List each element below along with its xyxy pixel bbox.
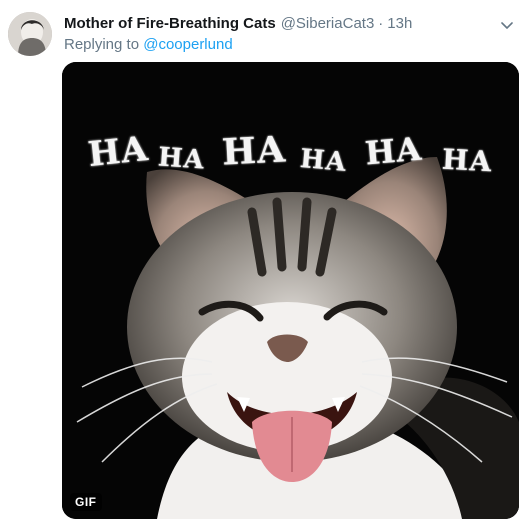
overlay-text: HA — [441, 142, 494, 179]
avatar-image — [8, 12, 52, 56]
gif-badge: GIF — [70, 493, 102, 511]
chevron-down-icon[interactable] — [499, 17, 515, 33]
timestamp[interactable]: 13h — [387, 14, 412, 34]
display-name[interactable]: Mother of Fire-Breathing Cats — [64, 14, 276, 34]
tweet-header: Mother of Fire-Breathing Cats @SiberiaCa… — [64, 14, 487, 34]
avatar[interactable] — [8, 12, 52, 56]
laugh-text-overlay: HA HA HA HA HA HA — [62, 128, 519, 190]
reply-handle-link[interactable]: @cooperlund — [143, 36, 232, 53]
overlay-text: HA — [298, 144, 348, 178]
user-handle[interactable]: @SiberiaCat3 — [281, 14, 375, 34]
replying-to: Replying to @cooperlund — [64, 35, 233, 55]
overlay-text: HA — [157, 142, 206, 176]
tweet[interactable]: Mother of Fire-Breathing Cats @SiberiaCa… — [0, 0, 527, 526]
overlay-text: HA — [86, 128, 151, 176]
reply-prefix: Replying to — [64, 36, 140, 53]
separator-dot: · — [378, 15, 384, 32]
gif-media[interactable]: HA HA HA HA HA HA GIF — [62, 62, 519, 519]
overlay-text: HA — [363, 129, 424, 173]
overlay-text: HA — [220, 128, 288, 174]
